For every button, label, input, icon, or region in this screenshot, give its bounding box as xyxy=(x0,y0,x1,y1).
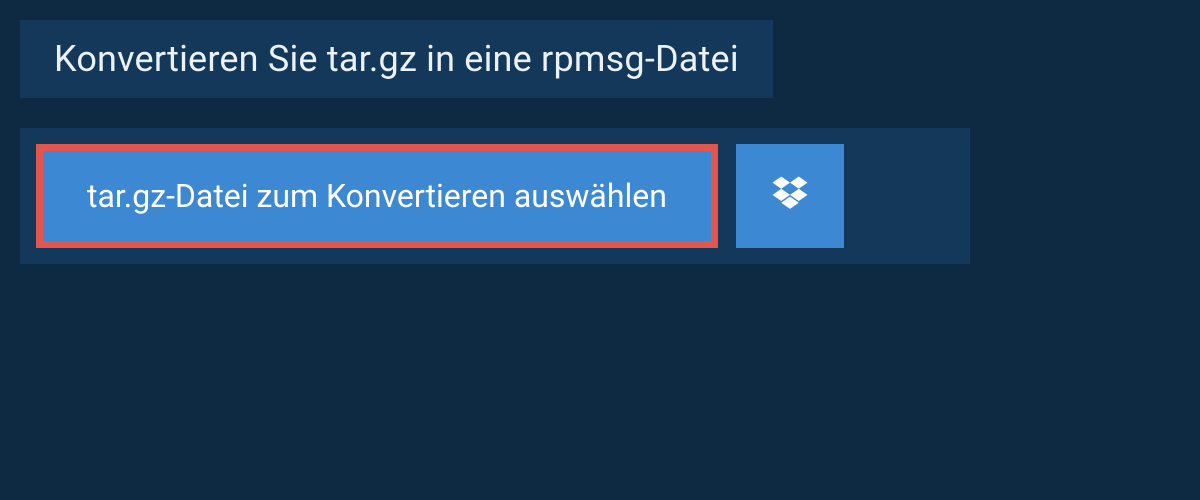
select-file-button[interactable]: tar.gz-Datei zum Konvertieren auswählen xyxy=(43,151,711,241)
title-bar: Konvertieren Sie tar.gz in eine rpmsg-Da… xyxy=(20,20,773,98)
select-file-label: tar.gz-Datei zum Konvertieren auswählen xyxy=(87,177,667,215)
action-row: tar.gz-Datei zum Konvertieren auswählen xyxy=(20,128,970,264)
select-file-highlight-frame: tar.gz-Datei zum Konvertieren auswählen xyxy=(36,144,718,248)
dropbox-button[interactable] xyxy=(736,144,844,248)
dropbox-icon xyxy=(769,173,811,219)
converter-panel: Konvertieren Sie tar.gz in eine rpmsg-Da… xyxy=(0,0,1200,500)
page-title: Konvertieren Sie tar.gz in eine rpmsg-Da… xyxy=(54,38,739,80)
